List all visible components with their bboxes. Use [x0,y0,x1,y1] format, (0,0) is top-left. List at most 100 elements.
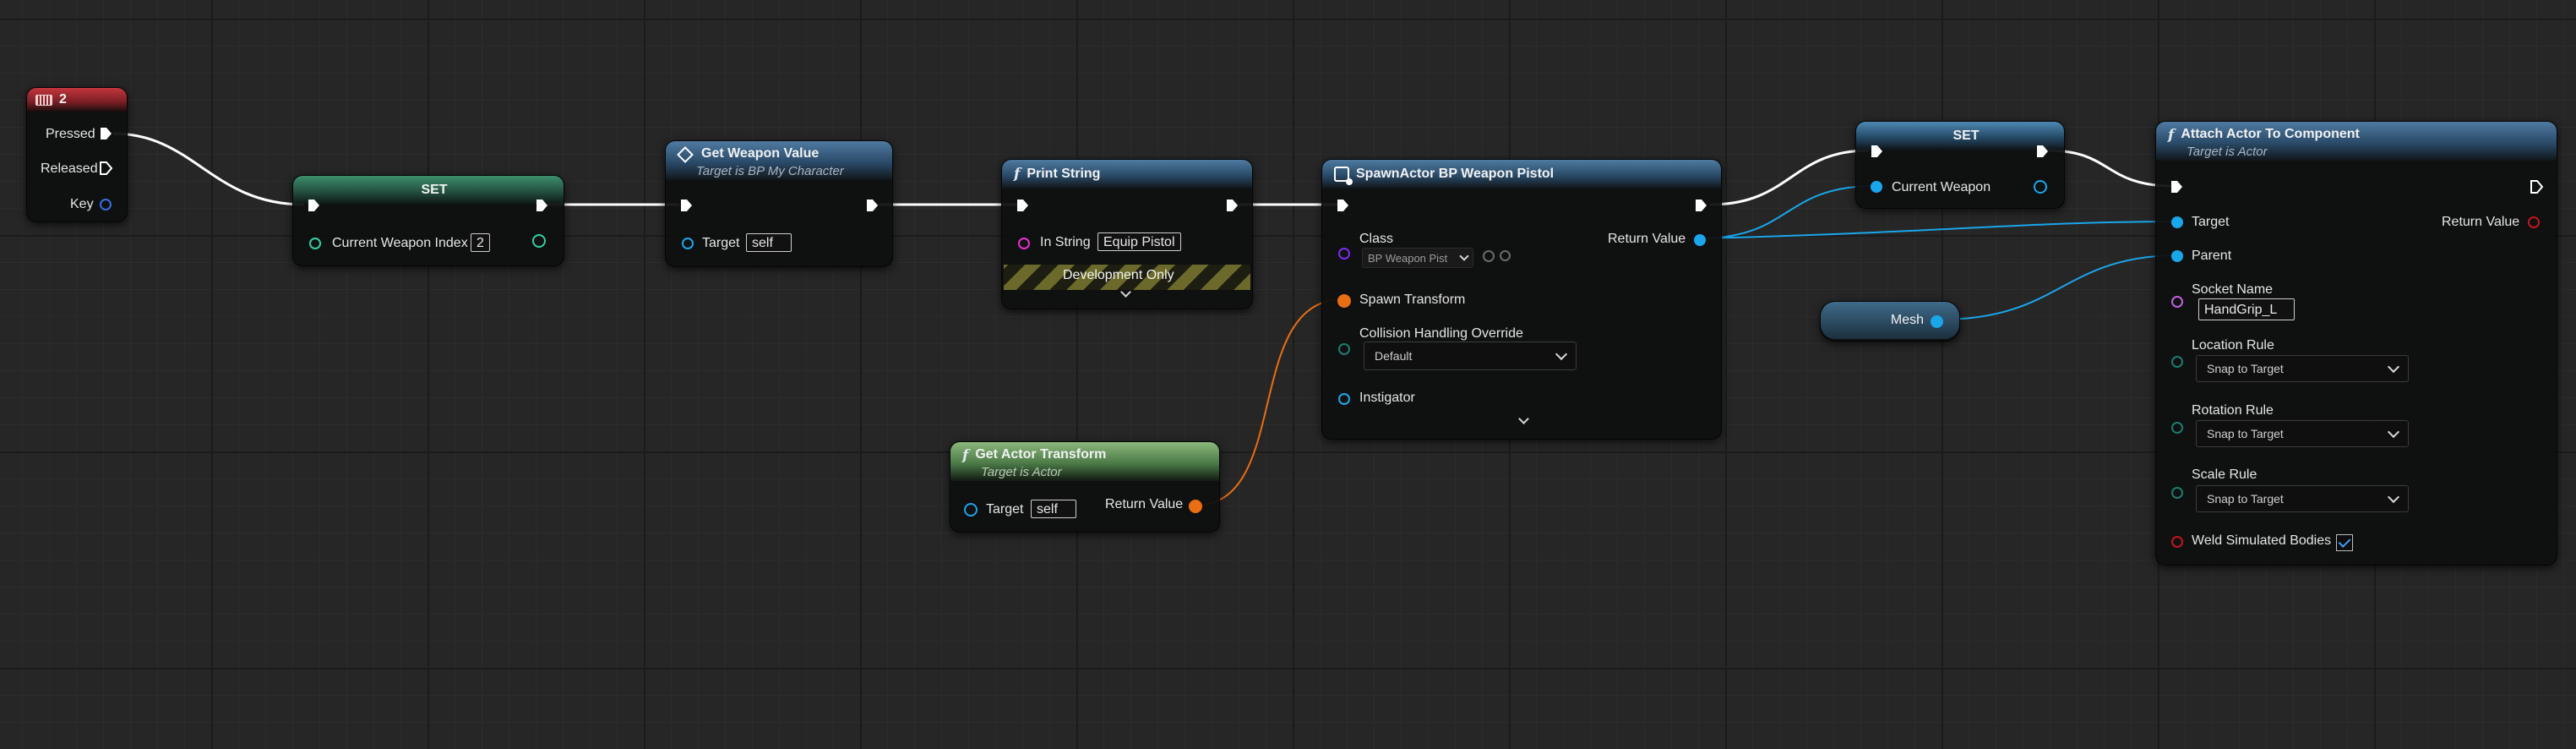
target-pin[interactable] [682,238,694,249]
set-current-weapon-index-node[interactable]: SET Current Weapon Index 2 [292,175,564,266]
set-current-weapon-node[interactable]: SET Current Weapon [1855,121,2065,209]
node-title: SET [421,183,448,197]
node-title: 2 [59,92,67,107]
released-exec-pin[interactable] [99,161,112,175]
chevron-down-icon [2387,360,2400,374]
exec-out-pin[interactable] [1694,199,1707,212]
scale-rule-dropdown[interactable]: Snap to Target [2196,485,2409,512]
in-string-pin[interactable] [1018,238,1030,249]
exec-in-pin[interactable] [2170,180,2183,194]
rotation-rule-pin[interactable] [2171,422,2183,434]
spawn-actor-icon [1334,167,1353,185]
chevron-down-icon [2387,425,2400,439]
collision-handling-dropdown[interactable]: Default [1364,342,1577,370]
class-value: BP Weapon Pist [1368,251,1448,265]
collision-handling-value: Default [1375,349,1413,363]
rotation-rule-value: Snap to Target [2207,427,2284,440]
current-weapon-index-input[interactable]: 2 [471,233,490,252]
mesh-variable-node[interactable]: Mesh [1820,301,1960,342]
scale-rule-pin[interactable] [2171,487,2183,499]
exec-wire-6 [2047,149,2174,188]
in-string-label: In String [1040,235,1091,249]
expand-chevron-icon[interactable] [1518,413,1529,424]
class-pin[interactable] [1338,248,1350,260]
expand-chevron-icon[interactable] [1120,287,1131,298]
development-only-label: Development Only [1063,268,1174,282]
spawn-transform-pin[interactable] [1337,294,1351,308]
instigator-pin[interactable] [1338,393,1350,405]
return-value-label: Return Value [1105,497,1184,511]
target-label: Target [2192,215,2230,229]
return-value-pin[interactable] [1694,234,1706,246]
mesh-out-pin[interactable] [1931,315,1943,328]
node-title: Mesh [1890,313,1924,327]
target-input[interactable]: self [746,233,792,252]
node-title: SET [1952,128,1980,143]
collision-handling-label: Collision Handling Override [1359,326,1523,341]
exec-out-pin[interactable] [1225,199,1239,212]
weld-simulated-bodies-checkbox[interactable] [2336,534,2353,551]
parent-pin[interactable] [2171,250,2183,262]
location-rule-dropdown[interactable]: Snap to Target [2196,355,2409,382]
socket-name-pin[interactable] [2171,296,2183,308]
exec-out-pin[interactable] [865,199,879,212]
location-rule-label: Location Rule [2192,338,2274,353]
class-dropdown[interactable]: BP Weapon Pist [1362,248,1473,268]
exec-in-pin[interactable] [1870,145,1883,158]
collision-handling-pin[interactable] [1338,343,1350,355]
current-weapon-index-pin[interactable] [309,238,321,249]
exec-wire-5 [1709,149,1870,206]
get-actor-transform-node[interactable]: f Get Actor Transform Target is Actor Ta… [950,441,1220,533]
exec-in-pin[interactable] [1016,199,1029,212]
socket-name-label: Socket Name [2192,282,2274,297]
return-value-pin[interactable] [1189,500,1202,513]
node-header: SET [1856,122,2064,150]
node-header: f Attach Actor To Component Target is Ac… [2156,122,2557,161]
attach-actor-to-component-node[interactable]: f Attach Actor To Component Target is Ac… [2155,121,2557,566]
print-string-node[interactable]: f Print String In String Equip Pistol De… [1001,159,1253,309]
key-label: Key [70,197,94,211]
spawn-actor-node[interactable]: SpawnActor BP Weapon Pistol Class BP Wea… [1321,159,1722,440]
exec-in-pin[interactable] [1336,199,1349,212]
rotation-rule-label: Rotation Rule [2192,403,2274,418]
socket-name-input[interactable]: HandGrip_L [2198,298,2295,320]
node-subtitle: Target is BP My Character [696,164,844,178]
return-value-pin[interactable] [2528,216,2540,228]
key-2-event-node[interactable]: 2 Pressed Released Key [26,87,128,222]
target-pin[interactable] [2171,216,2183,228]
chevron-down-icon [2387,490,2400,504]
pressed-exec-pin[interactable] [99,127,112,140]
location-rule-pin[interactable] [2171,356,2183,368]
location-rule-value: Snap to Target [2207,362,2284,375]
node-title: Get Actor Transform [975,447,1107,462]
use-selected-asset-icon[interactable] [1483,250,1495,262]
node-header: 2 [27,88,127,112]
chevron-down-icon [1459,251,1469,261]
current-weapon-pin[interactable] [1871,181,1882,193]
weld-simulated-bodies-label: Weld Simulated Bodies [2192,533,2332,548]
exec-out-pin[interactable] [2530,180,2543,194]
target-label: Target [702,236,740,250]
weld-simulated-bodies-pin[interactable] [2171,536,2183,548]
function-icon: f [2168,127,2175,144]
exec-in-pin[interactable] [307,199,320,212]
target-input[interactable]: self [1031,500,1076,518]
node-title: SpawnActor BP Weapon Pistol [1356,167,1555,181]
rotation-rule-dropdown[interactable]: Snap to Target [2196,420,2409,447]
exec-wire-1 [112,132,305,206]
return-value-label: Return Value [1608,232,1686,246]
exec-in-pin[interactable] [679,199,693,212]
in-string-input[interactable]: Equip Pistol [1097,232,1181,251]
current-weapon-index-out-pin[interactable] [532,234,546,248]
key-pin[interactable] [100,199,112,210]
current-weapon-out-pin[interactable] [2034,180,2047,194]
target-label: Target [986,502,1024,517]
exec-out-pin[interactable] [535,199,548,212]
get-weapon-value-node[interactable]: Get Weapon Value Target is BP My Charact… [665,140,893,267]
exec-out-pin[interactable] [2035,145,2049,158]
scale-rule-label: Scale Rule [2192,467,2257,482]
node-title: Print String [1027,167,1101,181]
target-pin[interactable] [964,503,978,517]
browse-search-icon[interactable] [1500,250,1511,261]
current-weapon-label: Current Weapon [1892,180,1991,194]
